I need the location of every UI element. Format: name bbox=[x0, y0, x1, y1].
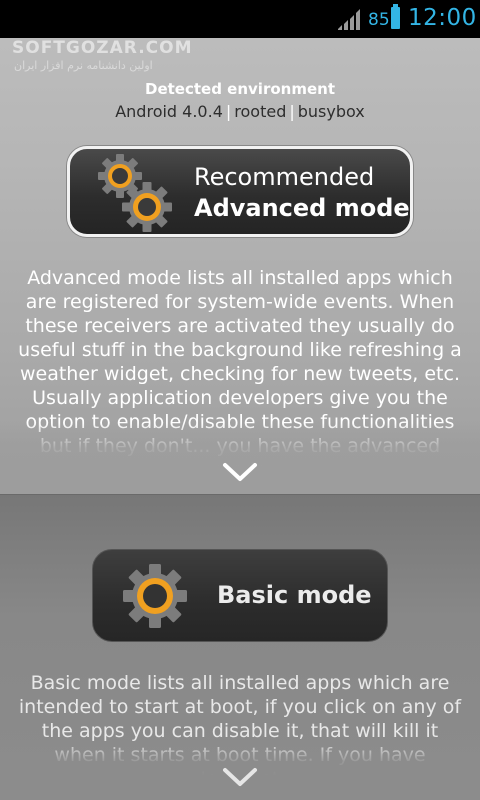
watermark-subtitle: اولین دانشنامه نرم افزار ایران bbox=[14, 59, 153, 72]
advanced-mode-button[interactable]: Recommended Advanced mode bbox=[67, 146, 413, 237]
environment-value: Android 4.0.4 | rooted | busybox bbox=[0, 102, 480, 121]
separator: | bbox=[225, 102, 232, 121]
watermark: SOFTGOZAR.COM bbox=[12, 38, 193, 58]
chevron-down-icon[interactable] bbox=[222, 767, 258, 787]
advanced-mode-panel: SOFTGOZAR.COM اولین دانشنامه نرم افزار ا… bbox=[0, 38, 480, 495]
advanced-mode-label: Advanced mode bbox=[194, 194, 410, 222]
environment-label: Detected environment bbox=[145, 80, 335, 98]
status-bar: 85 12:00 bbox=[0, 0, 480, 38]
separator: | bbox=[289, 102, 295, 121]
root-status: rooted bbox=[234, 102, 287, 121]
basic-mode-button[interactable]: Basic mode bbox=[92, 549, 388, 642]
gear-icon bbox=[122, 182, 172, 232]
android-version: Android 4.0.4 bbox=[115, 102, 223, 121]
battery-percentage: 85 bbox=[368, 10, 390, 30]
advanced-mode-description: Advanced mode lists all installed apps w… bbox=[18, 267, 462, 481]
gear-icon bbox=[123, 564, 187, 628]
advanced-mode-subtitle: Recommended bbox=[194, 163, 375, 191]
signal-icon bbox=[338, 9, 360, 30]
chevron-down-icon[interactable] bbox=[222, 462, 258, 482]
basic-mode-label: Basic mode bbox=[217, 581, 372, 609]
basic-mode-panel: Basic mode Basic mode lists all installe… bbox=[0, 495, 480, 800]
battery-icon bbox=[391, 4, 400, 29]
busybox-status: busybox bbox=[297, 102, 365, 121]
clock: 12:00 bbox=[408, 5, 477, 31]
